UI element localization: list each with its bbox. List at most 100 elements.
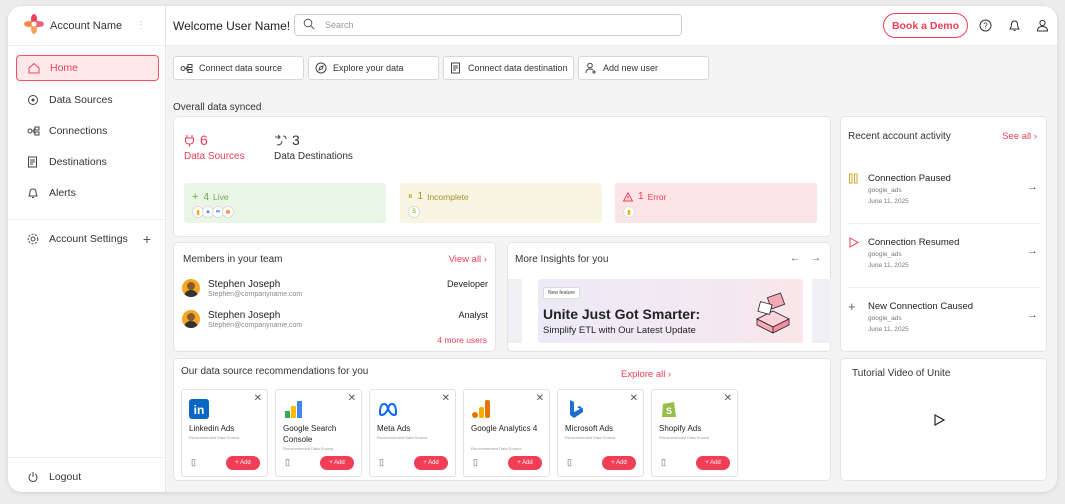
- activity-date: June 11, 2025: [868, 198, 909, 205]
- member-row[interactable]: Stephen Joseph Stephen@companyname.com A…: [182, 310, 488, 334]
- home-icon: [27, 61, 41, 75]
- recommendation-card[interactable]: ✕ Microsoft Ads Recommended Data Source …: [557, 389, 644, 477]
- activity-source: google_ads: [868, 251, 902, 258]
- bookmark-icon[interactable]: ▯: [473, 457, 478, 468]
- close-icon[interactable]: ✕: [630, 393, 638, 404]
- source-name: Meta Ads: [377, 424, 411, 433]
- members-title: Members in your team: [183, 254, 283, 265]
- close-icon[interactable]: ✕: [442, 393, 450, 404]
- add-button[interactable]: + Add: [602, 456, 636, 470]
- connect-destination-button[interactable]: Connect data destination: [443, 56, 574, 80]
- bookmark-icon[interactable]: ▯: [191, 457, 196, 468]
- source-sub: Recommended Data Source: [565, 435, 616, 440]
- bookmark-icon[interactable]: ▯: [285, 457, 290, 468]
- arrow-right-icon[interactable]: →: [1027, 245, 1038, 257]
- explore-all-label: Explore all: [621, 369, 666, 380]
- live-count: 4: [203, 191, 209, 203]
- qa-label: Connect data source: [199, 63, 283, 73]
- help-icon[interactable]: ?: [977, 17, 993, 33]
- google-search-console-icon: [283, 399, 303, 419]
- activity-item[interactable]: Connection Paused google_ads June 11, 20…: [848, 173, 1038, 223]
- dest-count: 3: [292, 132, 300, 148]
- add-button[interactable]: + Add: [414, 456, 448, 470]
- more-icon[interactable]: ⋮: [136, 20, 146, 31]
- add-button[interactable]: + Add: [320, 456, 354, 470]
- data-sources-stat[interactable]: 6: [184, 132, 208, 148]
- account-name: Account Name: [50, 19, 123, 32]
- add-button[interactable]: + Add: [508, 456, 542, 470]
- more-users-link[interactable]: 4 more users: [437, 335, 487, 345]
- sidebar-item-label: Data Sources: [49, 94, 113, 106]
- bell-icon: [26, 186, 40, 200]
- activity-title-text: Connection Paused: [868, 173, 951, 184]
- sources-count: 6: [200, 132, 208, 148]
- welcome-title: Welcome User Name!: [173, 19, 291, 33]
- view-all-link[interactable]: View all ›: [449, 254, 487, 265]
- recommendation-card[interactable]: ✕ Google Analytics 4 Recommended Data So…: [463, 389, 550, 477]
- close-icon[interactable]: ✕: [724, 393, 732, 404]
- google-analytics-icon: [471, 399, 491, 419]
- user-icon[interactable]: [1034, 17, 1050, 33]
- book-demo-button[interactable]: Book a Demo: [883, 13, 968, 38]
- notification-icon[interactable]: [1006, 17, 1022, 33]
- members-card: Members in your team View all › Stephen …: [173, 242, 496, 352]
- connections-icon: [26, 124, 40, 138]
- play-icon[interactable]: [933, 413, 946, 429]
- sidebar-item-data-sources[interactable]: Data Sources: [16, 87, 159, 113]
- brand[interactable]: Account Name ⋮: [8, 6, 166, 46]
- close-icon[interactable]: ✕: [254, 393, 262, 404]
- sidebar-item-connections[interactable]: Connections: [16, 118, 159, 144]
- recommendation-card[interactable]: in ✕ Linkedin Ads Recommended Data Sourc…: [181, 389, 268, 477]
- arrow-right-icon[interactable]: →: [811, 253, 821, 264]
- arrow-right-icon[interactable]: →: [1027, 309, 1038, 321]
- see-all-link[interactable]: See all ›: [1002, 131, 1037, 142]
- member-name: Stephen Joseph: [208, 279, 281, 290]
- incomplete-label: Incomplete: [427, 191, 469, 202]
- sidebar-item-alerts[interactable]: Alerts: [16, 180, 159, 206]
- error-status[interactable]: 1 Error ▮: [615, 183, 817, 223]
- search-input[interactable]: Search: [294, 14, 682, 36]
- add-button[interactable]: + Add: [226, 456, 260, 470]
- bookmark-icon[interactable]: ▯: [567, 457, 572, 468]
- connect-data-source-button[interactable]: Connect data source: [173, 56, 304, 80]
- logout-button[interactable]: Logout: [16, 464, 159, 490]
- activity-item[interactable]: + New Connection Caused google_ads June …: [848, 299, 1038, 351]
- close-icon[interactable]: ✕: [536, 393, 544, 404]
- divider: [8, 457, 166, 458]
- recommendation-card[interactable]: ✕ Google Search Console Recommended Data…: [275, 389, 362, 477]
- shopify-icon: S: [408, 206, 420, 218]
- arrow-right-icon[interactable]: →: [1027, 181, 1038, 193]
- add-button[interactable]: + Add: [696, 456, 730, 470]
- data-destinations-stat[interactable]: 3: [274, 132, 300, 148]
- plus-icon: +: [848, 299, 856, 314]
- explore-all-link[interactable]: Explore all ›: [621, 369, 671, 380]
- recommendation-card[interactable]: ✕ Meta Ads Recommended Data Source ▯ + A…: [369, 389, 456, 477]
- feature-tag: New feature: [543, 287, 580, 299]
- divider: [848, 223, 1041, 224]
- explore-data-button[interactable]: Explore your data: [308, 56, 439, 80]
- svg-text:S: S: [666, 406, 672, 416]
- bookmark-icon[interactable]: ▯: [379, 457, 384, 468]
- sidebar-item-label: Account Settings: [49, 233, 128, 245]
- add-new-user-button[interactable]: Add new user: [578, 56, 709, 80]
- source-sub: Recommended Data Source: [659, 435, 710, 440]
- close-icon[interactable]: ✕: [348, 393, 356, 404]
- google-analytics-icon: ▮: [623, 206, 635, 218]
- banner-subline: Simplify ETL with Our Latest Update: [543, 325, 696, 336]
- pause-icon: ⏸: [408, 191, 413, 201]
- bookmark-icon[interactable]: ▯: [661, 457, 666, 468]
- activity-item[interactable]: Connection Resumed google_ads June 11, 2…: [848, 237, 1038, 287]
- overall-synced-title: Overall data synced: [173, 102, 262, 113]
- sidebar-item-home[interactable]: Home: [16, 55, 159, 81]
- add-icon[interactable]: +: [143, 231, 151, 247]
- sidebar-item-destinations[interactable]: Destinations: [16, 149, 159, 175]
- sidebar: Account Name ⋮ Home Data Sources Connect…: [8, 6, 166, 492]
- live-status[interactable]: + 4 Live ▮ ▲ ∞ ✻: [184, 183, 386, 223]
- arrow-left-icon[interactable]: ←: [790, 253, 800, 264]
- incomplete-status[interactable]: ⏸ 1 Incomplete S: [400, 183, 602, 223]
- sidebar-item-account-settings[interactable]: Account Settings +: [16, 226, 159, 252]
- member-row[interactable]: Stephen Joseph Stephen@companyname.com D…: [182, 279, 488, 303]
- recommendation-card[interactable]: S ✕ Shopify Ads Recommended Data Source …: [651, 389, 738, 477]
- insight-banner[interactable]: New feature Unite Just Got Smarter: Simp…: [538, 279, 803, 343]
- meta-icon: [377, 399, 398, 419]
